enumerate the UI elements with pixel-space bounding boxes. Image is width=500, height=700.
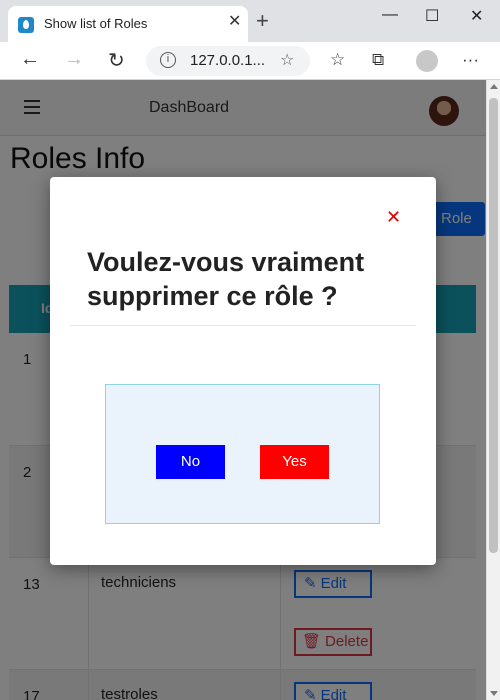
no-button[interactable]: No [156, 445, 225, 479]
url-field[interactable]: i 127.0.0.1... ☆ [146, 46, 310, 76]
modal-divider [70, 325, 416, 326]
favicon-icon [18, 17, 34, 33]
window-close-icon[interactable]: ✕ [470, 6, 483, 26]
reload-icon[interactable]: ↻ [108, 48, 125, 73]
forward-icon[interactable]: → [64, 48, 84, 71]
tab-close-icon[interactable]: ✕ [228, 14, 241, 30]
collections-icon[interactable]: ⧉ [372, 50, 384, 70]
modal-title: Voulez-vous vraiment supprimer ce rôle ? [87, 247, 365, 311]
new-tab-icon[interactable]: + [256, 10, 269, 32]
tab-title: Show list of Roles [44, 16, 148, 31]
browser-tab[interactable]: Show list of Roles ✕ [8, 6, 248, 42]
favorites-icon[interactable]: ☆ [330, 50, 345, 70]
url-text: 127.0.0.1... [190, 52, 266, 69]
scroll-up-icon[interactable] [490, 84, 498, 89]
confirm-panel: No Yes [105, 384, 380, 524]
site-info-icon[interactable]: i [160, 52, 176, 68]
close-icon[interactable]: ✕ [386, 207, 401, 228]
address-bar-row: ← → ↻ i 127.0.0.1... ☆ ☆ ⧉ ··· [0, 42, 500, 80]
browser-tab-strip: Show list of Roles ✕ + — ☐ ✕ [0, 0, 500, 42]
profile-icon[interactable] [416, 50, 438, 72]
minimize-icon[interactable]: — [382, 6, 398, 24]
scroll-down-icon[interactable] [490, 691, 498, 696]
delete-confirm-modal: ✕ Voulez-vous vraiment supprimer ce rôle… [50, 177, 436, 565]
page-scrollbar[interactable] [486, 80, 500, 700]
scroll-thumb[interactable] [489, 98, 498, 553]
menu-icon[interactable]: ··· [462, 50, 479, 70]
favorite-add-icon[interactable]: ☆ [280, 50, 294, 70]
back-icon[interactable]: ← [20, 48, 40, 71]
yes-button[interactable]: Yes [260, 445, 329, 479]
maximize-icon[interactable]: ☐ [425, 6, 439, 26]
